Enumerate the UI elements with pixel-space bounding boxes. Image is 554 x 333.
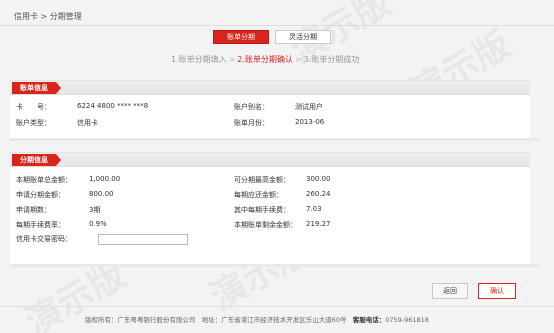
panel-title: 账单信息 <box>12 82 61 94</box>
footer-copyright: 版权所有：广东粤粤银行股份有限公司 <box>85 316 196 324</box>
bill-month-label: 账单月份： <box>234 119 269 127</box>
period-fee-value: 7.03 <box>306 205 322 213</box>
tab-bill-installment[interactable]: 账单分期 <box>213 30 269 44</box>
panel-shadow <box>10 264 540 267</box>
installment-info-panel: 分期信息 本期账单总金额： 1,000.00 可分期最高金额： 300.00 申… <box>10 152 530 264</box>
panel-header: 分期信息 <box>10 153 530 167</box>
remaining-amount-value: 219.27 <box>306 220 331 228</box>
bill-total-value: 1,000.00 <box>89 175 121 183</box>
tab-flexible-installment[interactable]: 灵活分期 <box>275 30 331 44</box>
back-button[interactable]: 返回 <box>432 283 468 299</box>
remaining-amount-label: 本期账单剩余金额： <box>234 221 297 229</box>
periods-label: 申请期数： <box>16 206 51 214</box>
breadcrumb: 信用卡 > 分期管理 <box>14 12 82 21</box>
alias-value: 测试用户 <box>295 103 323 111</box>
panel-shadow <box>10 138 540 141</box>
card-no-label: 卡 号： <box>16 103 51 111</box>
bill-month-value: 2013-06 <box>295 118 325 126</box>
max-amount-label: 可分期最高金额： <box>234 176 290 184</box>
divider <box>0 25 554 26</box>
panel-title: 分期信息 <box>12 154 61 166</box>
apply-amount-value: 800.00 <box>89 190 114 198</box>
account-type-value: 信用卡 <box>77 119 98 127</box>
periods-value: 3期 <box>89 206 101 214</box>
account-type-label: 账户类型： <box>16 119 51 127</box>
max-amount-value: 300.00 <box>306 175 331 183</box>
footer-divider <box>0 306 554 307</box>
footer: 版权所有：广东粤粤银行股份有限公司 地址：广东省湛江市经济技术开发区乐山大道60… <box>85 314 429 324</box>
step-1: 1.账单分期填入 <box>171 55 227 64</box>
period-payment-label: 每期应还金额： <box>234 191 283 199</box>
fee-rate-value: 0.9% <box>89 220 107 228</box>
password-input[interactable] <box>98 234 188 245</box>
period-fee-label: 其中每期手续费： <box>234 206 290 214</box>
step-separator: > <box>228 55 236 64</box>
footer-phone: 0759-961818 <box>385 316 429 324</box>
card-no-value: 6224 4800 **** ***8 <box>77 102 149 110</box>
step-indicator: 1.账单分期填入 >2.账单分期确认 >3.账单分期成功 <box>171 54 359 65</box>
fee-rate-label: 每期手续费率： <box>16 221 65 229</box>
period-payment-value: 260.24 <box>306 190 331 198</box>
tab-bar: 账单分期 灵活分期 <box>213 30 331 44</box>
footer-address: 地址：广东省湛江市经济技术开发区乐山大道60号 <box>201 316 347 324</box>
apply-amount-label: 申请分期金额： <box>16 191 65 199</box>
password-label: 信用卡交易密码： <box>16 235 72 243</box>
panel-header: 账单信息 <box>10 81 530 95</box>
account-info-panel: 账单信息 卡 号： 6224 4800 **** ***8 账户别名： 测试用户… <box>10 80 530 138</box>
bill-total-label: 本期账单总金额： <box>16 176 72 184</box>
step-2: 2.账单分期确认 <box>237 55 293 64</box>
confirm-button[interactable]: 确认 <box>478 283 516 299</box>
alias-label: 账户别名： <box>234 103 269 111</box>
footer-phone-label: 客服电话： <box>352 316 386 324</box>
step-separator: > <box>294 55 302 64</box>
step-3: 3.账单分期成功 <box>303 55 360 64</box>
